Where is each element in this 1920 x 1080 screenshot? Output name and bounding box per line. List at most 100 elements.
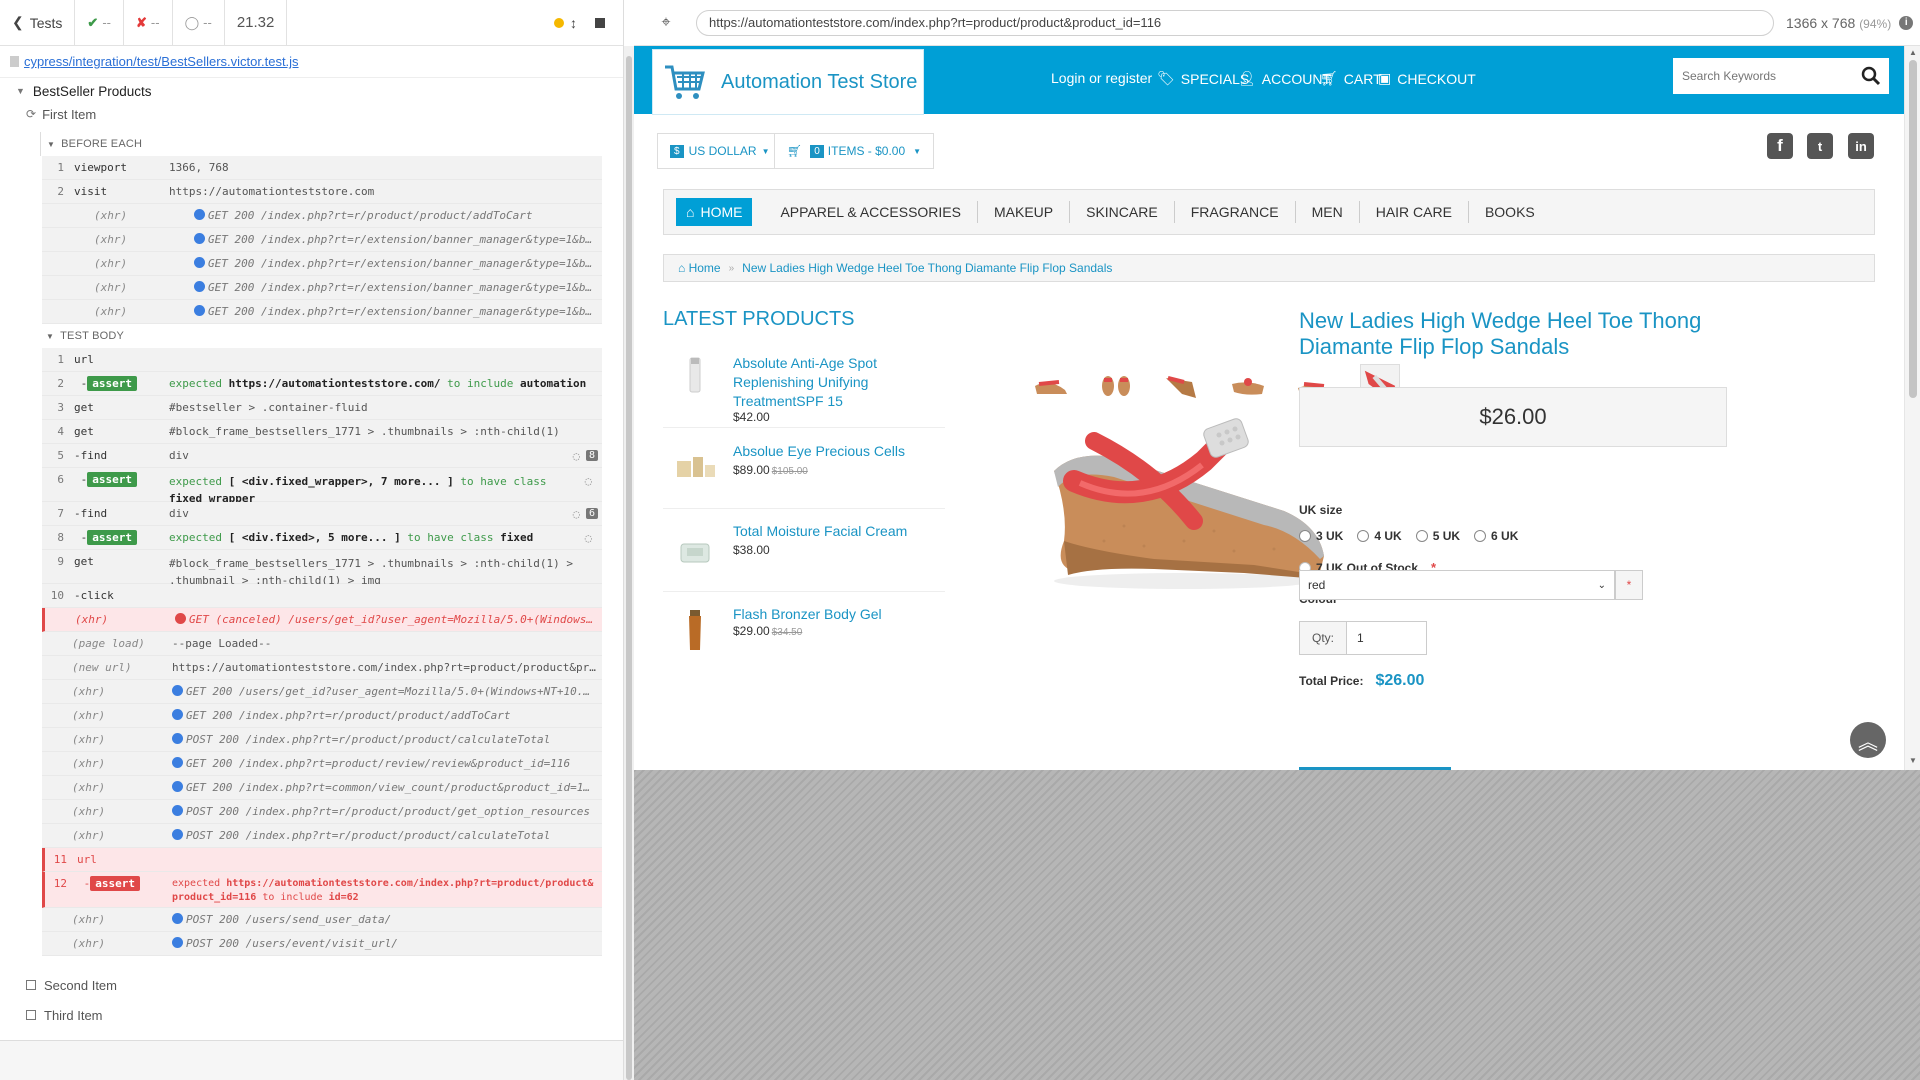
linkedin-icon[interactable]: in — [1848, 133, 1874, 159]
radio-icon[interactable] — [1415, 530, 1428, 542]
command-row[interactable]: (xhr) GET 200 /index.php?rt=r/product/pr… — [42, 704, 602, 728]
url-display[interactable]: https://automationteststore.com/index.ph… — [696, 9, 1774, 36]
scroll-to-top-button[interactable]: ︽ — [1850, 722, 1886, 758]
test-title[interactable]: ⟳ First Item — [0, 100, 623, 128]
scroll-toggle-icon[interactable]: ↕ — [570, 15, 577, 31]
product-thumbnail[interactable] — [673, 530, 717, 574]
size-option-6uk[interactable]: 6 UK — [1474, 529, 1518, 543]
selector-playground-icon[interactable]: ⌖ — [654, 14, 678, 32]
command-row[interactable]: 1 viewport 1366, 768 — [42, 156, 602, 180]
cart-summary-dropdown[interactable]: 🛒︎ 0 ITEMS - $0.00 ▼ — [774, 133, 935, 169]
radio-icon[interactable] — [1357, 530, 1370, 542]
before-each-hook-title[interactable]: ▼ BEFORE EACH — [41, 132, 623, 156]
command-row[interactable]: (xhr) GET 200 /index.php?rt=r/extension/b… — [42, 300, 602, 324]
command-row[interactable]: 4 get #block_frame_bestsellers_1771 > .t… — [42, 420, 602, 444]
aut-scroll-thumb[interactable] — [1909, 60, 1917, 398]
twitter-icon[interactable]: t — [1807, 133, 1833, 159]
size-option-3uk[interactable]: 3 UK — [1299, 529, 1343, 543]
search-input[interactable] — [1673, 58, 1853, 94]
latest-product-name[interactable]: Flash Bronzer Body Gel — [733, 605, 933, 624]
command-row[interactable]: (xhr) GET 200 /index.php?rt=r/extension/b… — [42, 228, 602, 252]
nav-home[interactable]: ⌂ HOME — [676, 198, 753, 226]
product-thumbnail[interactable] — [673, 447, 717, 491]
breadcrumb-current[interactable]: New Ladies High Wedge Heel Toe Thong Dia… — [742, 261, 1112, 275]
command-row[interactable]: (xhr) GET 200 /index.php?rt=r/extension/b… — [42, 252, 602, 276]
command-row[interactable]: (xhr) POST 200 /index.php?rt=r/product/p… — [42, 800, 602, 824]
command-row[interactable]: (xhr) POST 200 /index.php?rt=r/product/p… — [42, 728, 602, 752]
command-row[interactable]: 10 -click — [42, 584, 602, 608]
command-row[interactable]: (xhr) GET 200 /index.php?rt=r/product/pro… — [42, 204, 602, 228]
test-body-hook-title[interactable]: ▼ TEST BODY — [40, 324, 623, 348]
command-row-failed[interactable]: 12 - assert expected https://automationte… — [42, 872, 602, 908]
info-icon[interactable]: i — [1899, 15, 1914, 30]
specials-link[interactable]: 🏷︎ SPECIALS — [1157, 70, 1249, 87]
xhr-text: GET (canceled) /users/get_id?user_agent=… — [189, 613, 602, 626]
command-row[interactable]: 6 - assert expected [ <div.fixed_wrapper>… — [42, 468, 602, 505]
radio-icon[interactable] — [1474, 530, 1487, 542]
cart-link[interactable]: 🛒︎ CART — [1320, 70, 1382, 87]
test-item-second[interactable]: Second Item — [0, 970, 623, 1000]
command-row[interactable]: (xhr) GET 200 /index.php?rt=r/extension/b… — [42, 276, 602, 300]
latest-product-name[interactable]: Total Moisture Facial Cream — [733, 522, 933, 541]
tests-button[interactable]: ❮ Tests — [0, 0, 76, 45]
command-row-failed[interactable]: 11 url — [42, 848, 602, 872]
nav-apparel[interactable]: APPAREL & ACCESSORIES — [764, 201, 978, 223]
nav-makeup[interactable]: MAKEUP — [978, 201, 1071, 223]
command-row[interactable]: 3 get #bestseller > .container-fluid — [42, 396, 602, 420]
login-link[interactable]: Login or register — [1051, 70, 1152, 86]
command-row[interactable]: 2 visit https://automationteststore.com — [42, 180, 602, 204]
account-link[interactable]: 👤︎ ACCOUNT — [1238, 70, 1331, 87]
latest-product-name[interactable]: Absolue Eye Precious Cells — [733, 442, 933, 461]
search-icon[interactable] — [1853, 58, 1889, 94]
nav-men[interactable]: MEN — [1296, 201, 1360, 223]
command-row[interactable]: (new url) https://automationteststore.co… — [42, 656, 602, 680]
scroll-down-arrow-icon[interactable]: ▼ — [1909, 756, 1917, 765]
command-row[interactable]: 9 get #block_frame_bestsellers_1771 > .t… — [42, 550, 602, 587]
qty-input[interactable]: 1 — [1347, 621, 1427, 655]
command-row[interactable]: (xhr) GET 200 /users/get_id?user_agent=M… — [42, 680, 602, 704]
product-thumbnail[interactable] — [673, 608, 717, 652]
latest-product-name[interactable]: Absolute Anti-Age Spot Replenishing Unif… — [733, 354, 933, 411]
product-main-image[interactable] — [1034, 391, 1334, 601]
command-row[interactable]: 8 - assert expected [ <div.fixed>, 5 more… — [42, 526, 602, 550]
product-thumbnail[interactable] — [673, 354, 717, 398]
command-row[interactable]: (xhr) GET 200 /index.php?rt=common/view_… — [42, 776, 602, 800]
spec-file-link[interactable]: cypress/integration/test/BestSellers.vic… — [0, 46, 623, 78]
nav-books[interactable]: BOOKS — [1469, 201, 1551, 223]
command-row[interactable]: 5 -find div ◌ 8 — [42, 444, 602, 468]
nav-fragrance[interactable]: FRAGRANCE — [1175, 201, 1296, 223]
currency-dropdown[interactable]: $ US DOLLAR ▼ — [657, 133, 783, 169]
latest-product-item[interactable]: Absolue Eye Precious Cells $89.00 $105.00 — [663, 431, 945, 509]
radio-icon[interactable] — [1299, 530, 1311, 542]
facebook-icon[interactable]: f — [1767, 133, 1793, 159]
command-row[interactable]: (xhr) POST 200 /users/send_user_data/ — [42, 908, 602, 932]
xhr-text: GET 200 /index.php?rt=r/extension/banner… — [208, 305, 602, 318]
latest-product-item[interactable]: Absolute Anti-Age Spot Replenishing Unif… — [663, 346, 945, 428]
splitter-grip[interactable] — [626, 56, 632, 1080]
command-row[interactable]: (xhr) GET 200 /index.php?rt=product/revi… — [42, 752, 602, 776]
command-row-failed[interactable]: (xhr) GET (canceled) /users/get_id?user_… — [42, 608, 602, 632]
command-row[interactable]: 2 - assert expected https://automationtes… — [42, 372, 602, 396]
scroll-up-arrow-icon[interactable]: ▲ — [1909, 48, 1917, 57]
breadcrumb-home[interactable]: ⌂ Home — [678, 261, 721, 275]
nav-skincare[interactable]: SKINCARE — [1070, 201, 1175, 223]
store-logo[interactable]: Automation Test Store — [652, 49, 924, 115]
colour-select[interactable]: red ⌄ — [1299, 570, 1615, 600]
stop-button[interactable] — [595, 17, 605, 28]
panel-splitter[interactable] — [624, 46, 634, 1080]
checkbox-icon — [26, 980, 36, 990]
checkout-link[interactable]: ▣ CHECKOUT — [1378, 70, 1476, 87]
command-row[interactable]: (page load) --page Loaded-- — [42, 632, 602, 656]
test-item-third[interactable]: Third Item — [0, 1000, 623, 1030]
size-option-4uk[interactable]: 4 UK — [1357, 529, 1402, 543]
size-option-5uk[interactable]: 5 UK — [1415, 529, 1460, 543]
command-row[interactable]: 7 -find div ◌ 6 — [42, 502, 602, 526]
latest-product-item[interactable]: Flash Bronzer Body Gel $29.00 $34.50 — [663, 594, 945, 674]
aut-scrollbar[interactable]: ▲ ▼ — [1904, 46, 1920, 770]
nav-hair-care[interactable]: HAIR CARE — [1360, 201, 1469, 223]
command-row[interactable]: (xhr) POST 200 /index.php?rt=r/product/p… — [42, 824, 602, 848]
latest-product-item[interactable]: Total Moisture Facial Cream $38.00 — [663, 512, 945, 592]
command-row[interactable]: (xhr) POST 200 /users/event/visit_url/ — [42, 932, 602, 956]
suite-title[interactable]: ▼ BestSeller Products — [0, 78, 623, 100]
command-row[interactable]: 1 url — [42, 348, 602, 372]
